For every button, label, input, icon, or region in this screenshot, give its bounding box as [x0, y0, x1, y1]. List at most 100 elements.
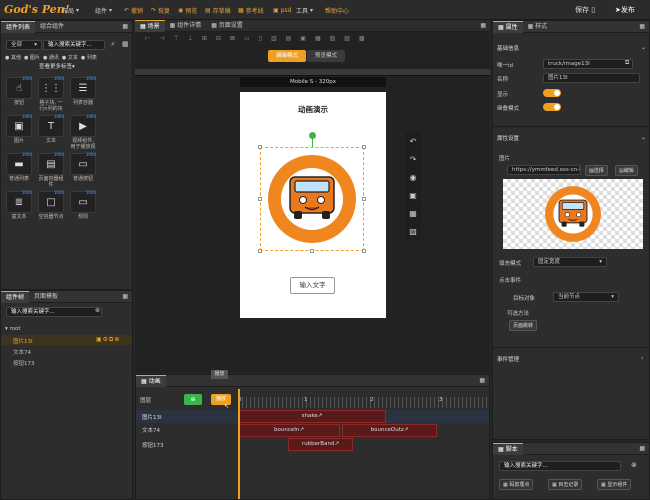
- grid-icon[interactable]: ▦: [480, 22, 486, 29]
- edit-image-button[interactable]: ▤编辑: [615, 165, 638, 176]
- text-input-button[interactable]: 输入文字: [290, 277, 335, 294]
- chevron-down-icon[interactable]: ⌄: [641, 44, 646, 51]
- script-action-button[interactable]: ▦ 码前埋点: [499, 479, 534, 490]
- guide-button[interactable]: ▦ 参考线: [238, 0, 264, 20]
- tab-page-templates[interactable]: 页面模板: [29, 291, 63, 303]
- tab-combo-components[interactable]: 组合组件: [35, 21, 69, 33]
- node-actions-icon[interactable]: ▣⚙⧉⊗: [96, 336, 120, 344]
- grid-icon[interactable]: ▦: [639, 23, 645, 30]
- page-jump-button[interactable]: 页面跳转: [509, 320, 538, 331]
- resize-handle[interactable]: [310, 249, 314, 253]
- preview-button[interactable]: ◉ 预览: [178, 0, 197, 20]
- grid-icon[interactable]: ▦: [122, 40, 129, 48]
- tab-scene[interactable]: ▦ 场景: [135, 19, 165, 32]
- fill-mode-select[interactable]: 固定宽度 ▾: [533, 257, 607, 267]
- tree-node-selected[interactable]: 图片13I ▣⚙⧉⊗: [1, 335, 132, 345]
- psd-button[interactable]: ▣ psd: [273, 0, 291, 20]
- grid-icon[interactable]: ▦: [409, 209, 417, 218]
- redo-button[interactable]: ↷ 恢复: [151, 0, 170, 20]
- menu-tool[interactable]: 工具 ▾: [296, 0, 313, 20]
- tree-node[interactable]: 按钮173: [13, 359, 35, 367]
- clear-icon[interactable]: ⊗: [95, 307, 100, 314]
- resize-handle[interactable]: [258, 249, 262, 253]
- redo-icon[interactable]: ↷: [410, 155, 417, 164]
- script-action-button[interactable]: ▦ 目击记录: [548, 479, 583, 490]
- animation-clip[interactable]: shake↗: [238, 410, 386, 423]
- truck-image[interactable]: [260, 147, 364, 251]
- tree-search-input[interactable]: 输入搜索关键字...: [6, 307, 102, 317]
- script-search-input[interactable]: 输入搜索关键字...: [499, 461, 621, 471]
- tab-attributes[interactable]: ▦ 属性: [493, 20, 523, 33]
- menu-component[interactable]: 组件 ▾: [95, 0, 112, 20]
- tag-item[interactable]: ● 通讯: [43, 54, 59, 61]
- name-field[interactable]: 图片13I: [543, 73, 640, 83]
- component-item[interactable]: 1000 T 文本: [37, 114, 65, 147]
- component-item[interactable]: 1000 ▶ 视频组件, 用于播放视: [69, 114, 97, 150]
- tab-page-settings[interactable]: ▦ 页面设置: [206, 20, 248, 32]
- publish-button[interactable]: ➤发布: [615, 5, 635, 15]
- more-tags-link[interactable]: 查看更多标签▾: [39, 62, 75, 70]
- playhead[interactable]: [238, 389, 240, 499]
- grid-icon[interactable]: ▦: [479, 377, 485, 384]
- undo-icon[interactable]: ↶: [410, 137, 417, 146]
- align-toolbar[interactable]: ⊢⊣⊤⊥⊞⊟⊠▭▯▥▤▣▦▧▨▩: [145, 35, 485, 45]
- component-item[interactable]: 1000 ▬ 普通列表: [5, 152, 33, 185]
- tab-animation[interactable]: ▦ 动画: [136, 374, 166, 387]
- undo-button[interactable]: ↶ 撤销: [124, 0, 143, 20]
- save-icon[interactable]: ▣: [409, 191, 417, 200]
- resize-handle[interactable]: [362, 249, 366, 253]
- tag-item[interactable]: ● 文本: [62, 54, 78, 61]
- resize-handle[interactable]: [258, 197, 262, 201]
- tab-component-detail[interactable]: ▦ 组件详情: [165, 20, 207, 32]
- clear-icon[interactable]: ⊗: [631, 461, 637, 469]
- search-icon[interactable]: ⌕: [111, 40, 115, 49]
- component-item[interactable]: 1000 ▭ 普通按钮: [69, 152, 97, 185]
- component-item[interactable]: 1000 ▤ 页面容器组件: [37, 152, 65, 188]
- animation-clip[interactable]: rubberBand↗: [288, 438, 353, 451]
- grid-icon[interactable]: ▦: [122, 293, 128, 300]
- menu-layout[interactable]: 布局 ▾: [62, 0, 79, 20]
- animation-clip[interactable]: bounceOutz↗: [342, 424, 437, 437]
- tab-script[interactable]: ▦ 脚本: [493, 442, 523, 455]
- script-action-button[interactable]: ▦ 显示组件: [597, 479, 632, 490]
- component-item[interactable]: 1000 ▭ 规则: [69, 190, 97, 223]
- tab-component-tree[interactable]: 组件树: [1, 290, 30, 303]
- copy-icon[interactable]: ⧉: [625, 59, 629, 67]
- tab-component-list[interactable]: 组件列表: [1, 20, 36, 33]
- target-select[interactable]: 当前节点 ▾: [553, 292, 619, 302]
- edit-mode-button[interactable]: 编辑模式: [268, 50, 306, 62]
- show-toggle[interactable]: [543, 89, 561, 97]
- component-item[interactable]: 1000 ≣ 富文本: [5, 190, 33, 223]
- add-keyframe-button[interactable]: ⊕: [184, 394, 202, 405]
- resize-handle[interactable]: [362, 197, 366, 201]
- chevron-right-icon[interactable]: ›: [641, 355, 643, 362]
- help-center-link[interactable]: 帮助中心: [325, 0, 349, 20]
- grid-icon[interactable]: ▦: [122, 23, 128, 30]
- resize-handle[interactable]: [258, 145, 262, 149]
- save-button[interactable]: 保存 ▯: [575, 5, 595, 15]
- component-item[interactable]: 1000 □ 空容器节点: [37, 190, 65, 223]
- timeline-ruler[interactable]: [238, 397, 488, 408]
- tab-style[interactable]: ▦ 样式: [523, 21, 553, 33]
- animation-clip[interactable]: bounceIn↗: [238, 424, 340, 437]
- tag-item[interactable]: ● 图片: [24, 54, 40, 61]
- draft-button[interactable]: ▤ 存草稿: [205, 0, 231, 20]
- inherit-toggle[interactable]: [543, 103, 561, 111]
- resize-handle[interactable]: [362, 145, 366, 149]
- rotate-handle[interactable]: [309, 132, 316, 139]
- tag-item[interactable]: ● 其他: [5, 54, 21, 61]
- tree-root[interactable]: ▾ root: [5, 326, 21, 332]
- chevron-down-icon[interactable]: ⌄: [641, 134, 646, 141]
- tree-node[interactable]: 文本74: [13, 348, 31, 356]
- filter-select[interactable]: 全部 ▾: [6, 40, 42, 50]
- grid-icon[interactable]: ▦: [639, 445, 645, 452]
- component-item[interactable]: 1000 ☝ 按钮: [5, 76, 33, 109]
- component-search-input[interactable]: 输入搜索关键字...: [43, 40, 105, 50]
- component-item[interactable]: 1000 ☰ 列表容器: [69, 76, 97, 109]
- eye-icon[interactable]: ◉: [410, 173, 417, 182]
- image-icon[interactable]: ▨: [409, 227, 417, 236]
- id-field[interactable]: truck/image13I: [543, 59, 633, 69]
- tag-item[interactable]: ● 列表: [81, 54, 97, 61]
- preview-mode-button[interactable]: 预览模式: [307, 50, 345, 62]
- select-image-button[interactable]: ▨选择: [585, 165, 608, 176]
